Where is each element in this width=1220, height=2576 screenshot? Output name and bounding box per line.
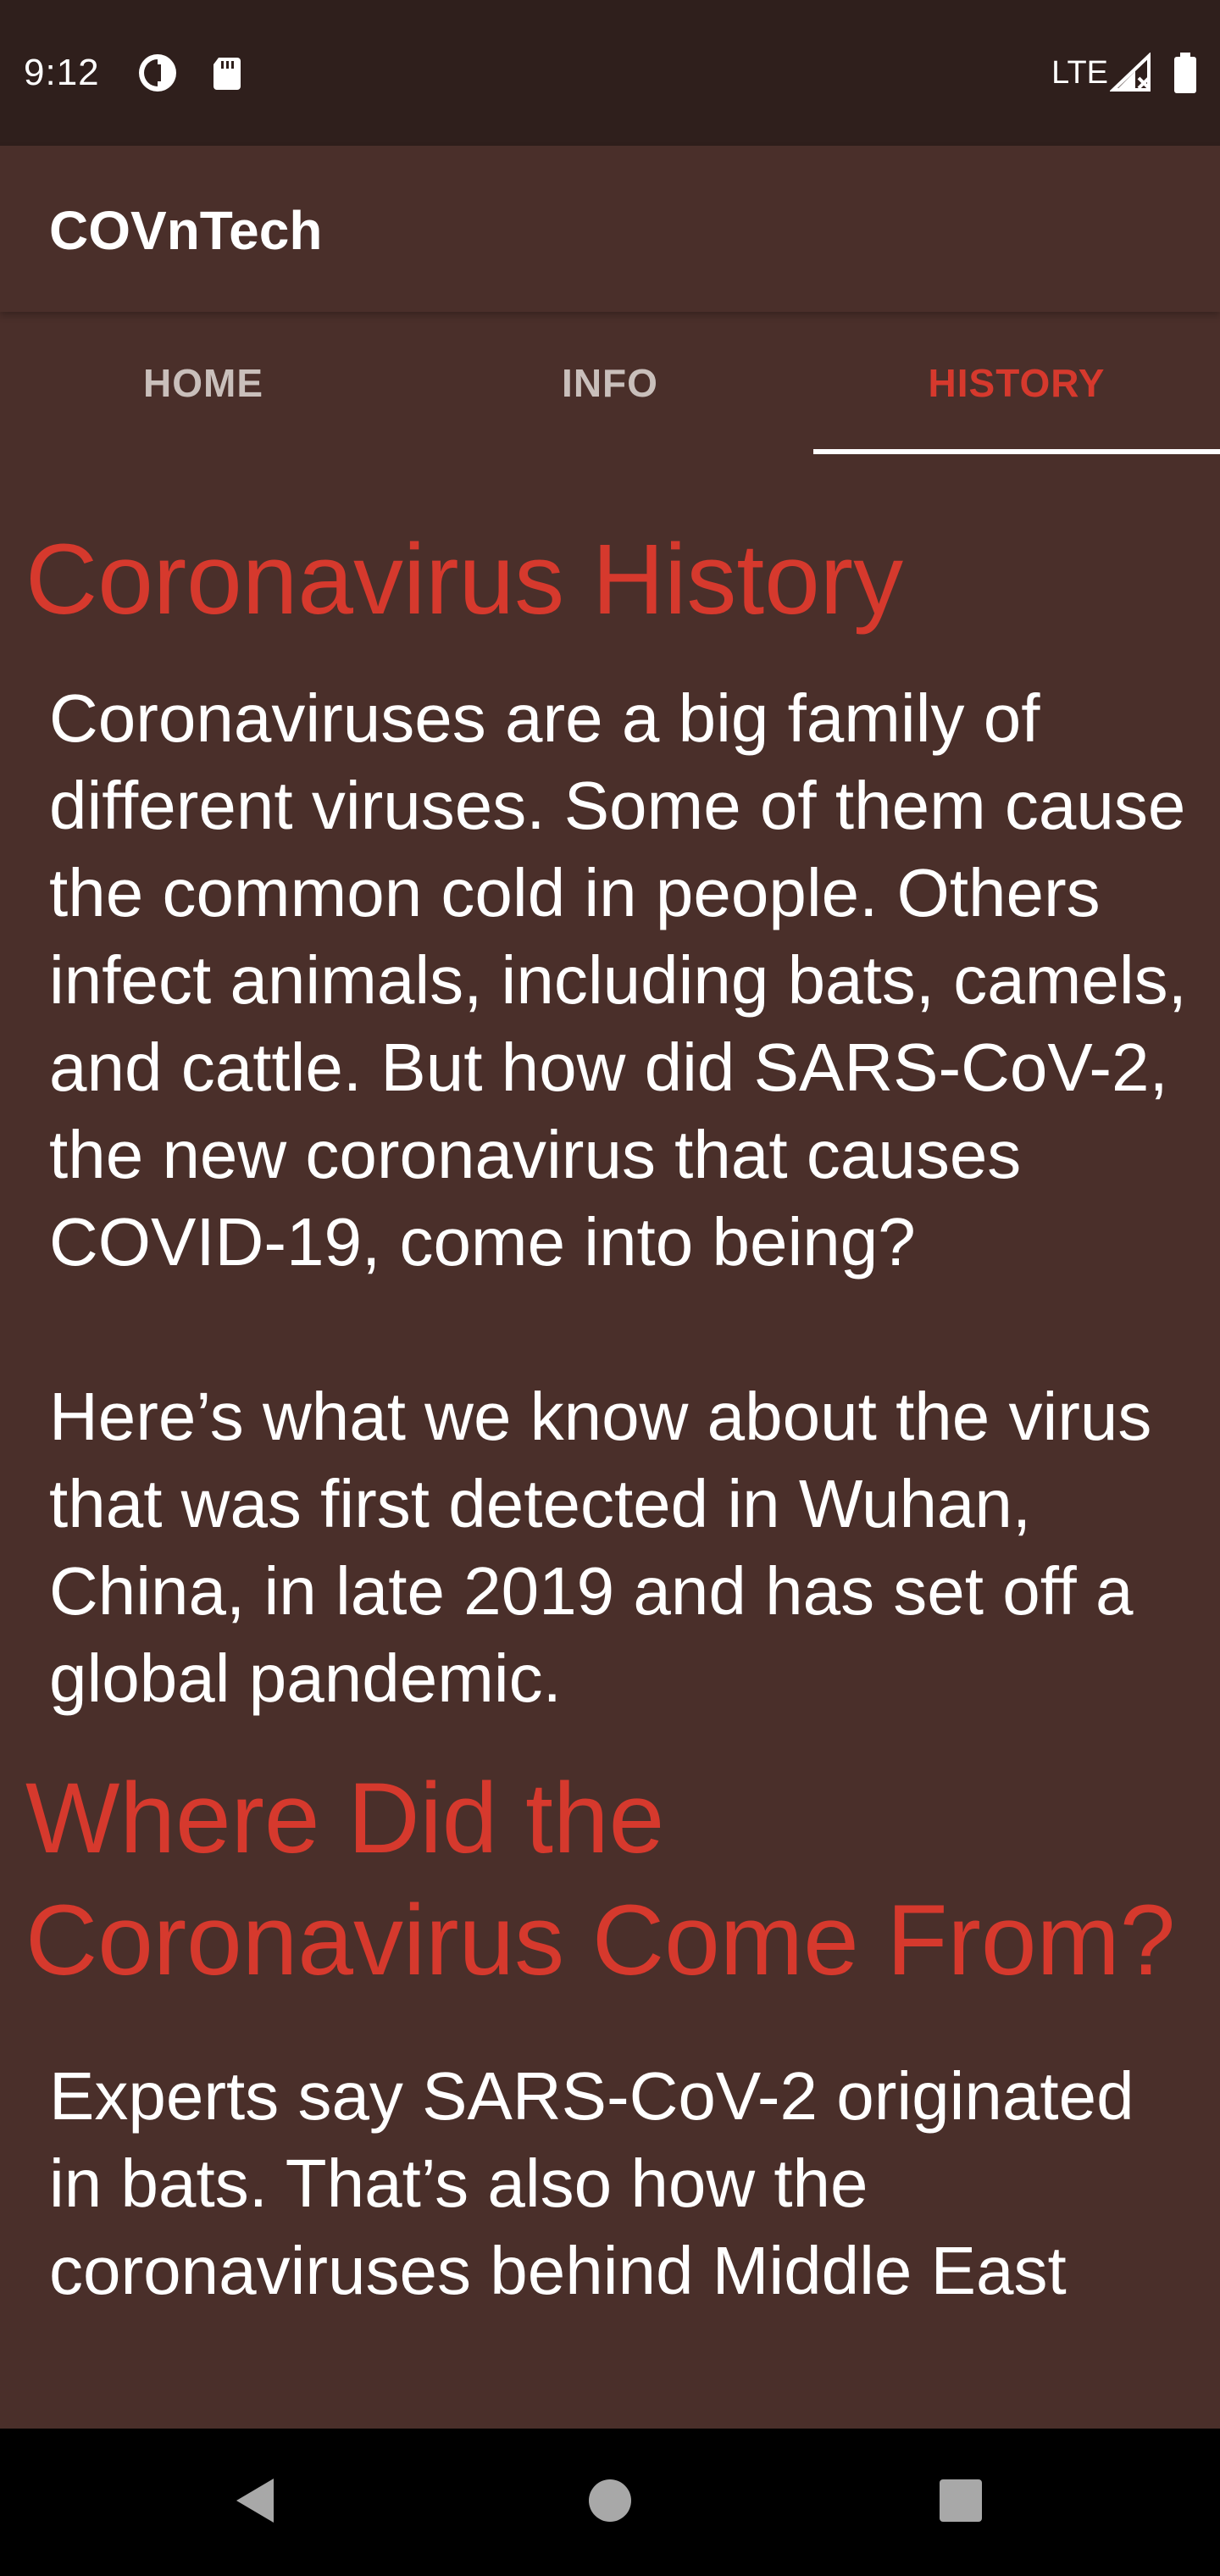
sd-card-icon: [207, 53, 247, 93]
back-icon: [231, 2475, 277, 2530]
signal-icon: [1109, 52, 1156, 93]
paragraph-known: Here’s what we know about the virus that…: [49, 1379, 1152, 1716]
app-title: COVnTech: [49, 200, 323, 261]
navigation-bar: [0, 2429, 1220, 2576]
section-heading: Where Did the Coronavirus Come From?: [25, 1763, 1176, 1996]
data-saver-icon: [137, 53, 178, 93]
recents-icon: [938, 2478, 984, 2528]
app-bar: COVnTech: [0, 146, 1220, 312]
page-title: Coronavirus History: [25, 524, 904, 636]
tab-history[interactable]: HISTORY: [813, 312, 1220, 454]
battery-icon: [1173, 53, 1198, 93]
status-time: 9:12: [24, 52, 100, 93]
tab-home-label: HOME: [143, 361, 263, 405]
paragraph-origin: Experts say SARS-CoV-2 originated in bat…: [49, 2058, 1134, 2308]
status-bar: 9:12 LTE: [0, 0, 1220, 146]
screen: 9:12 LTE COVnTech HOME INFO HISTORY Coro…: [0, 0, 1220, 2576]
back-button[interactable]: [225, 2473, 284, 2532]
paragraph-intro: Coronaviruses are a big family of differ…: [49, 680, 1187, 1280]
network-type-label: LTE: [1051, 55, 1108, 91]
tab-history-label: HISTORY: [928, 361, 1106, 405]
tab-bar: HOME INFO HISTORY: [0, 312, 1220, 454]
tab-home[interactable]: HOME: [0, 312, 407, 454]
history-content[interactable]: Coronavirus History Coronaviruses are a …: [0, 454, 1220, 2429]
tab-info-label: INFO: [562, 361, 658, 405]
home-button[interactable]: [580, 2473, 640, 2532]
home-icon: [587, 2478, 633, 2528]
recents-button[interactable]: [931, 2473, 990, 2532]
tab-info[interactable]: INFO: [407, 312, 813, 454]
